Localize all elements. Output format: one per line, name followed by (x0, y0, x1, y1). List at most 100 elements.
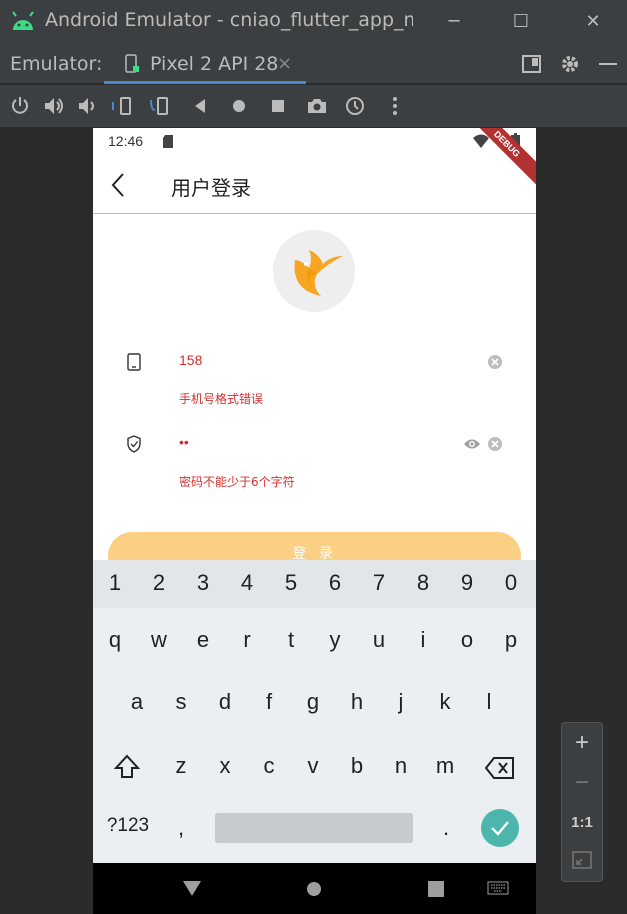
letter-key[interactable]: x (203, 753, 247, 779)
soft-keyboard: 1234567890 qwertyuiop asdfghjkl zxcvbnm ?12… (93, 560, 536, 863)
title-bar: Android Emulator - cniao_flutter_app_my_… (0, 0, 627, 44)
tab-pixel-2[interactable]: Pixel 2 API 28 × (104, 44, 306, 84)
zoom-out-button[interactable]: − (562, 769, 602, 797)
letter-key[interactable]: w (137, 627, 181, 653)
letter-key[interactable]: m (423, 753, 467, 779)
phone-error: 手机号格式错误 (179, 392, 264, 406)
android-icon (12, 11, 34, 30)
number-key[interactable]: 9 (445, 570, 489, 596)
letter-key[interactable]: s (159, 689, 203, 715)
letter-key[interactable]: h (335, 689, 379, 715)
eye-icon[interactable] (463, 437, 481, 451)
screenshot-icon[interactable] (305, 94, 329, 118)
layout-icon[interactable] (520, 52, 544, 76)
overview-icon[interactable] (266, 94, 290, 118)
emulator-tab-bar: Emulator: Pixel 2 API 28 × (0, 44, 627, 84)
number-key[interactable]: 7 (357, 570, 401, 596)
period-key[interactable]: . (436, 815, 456, 841)
letter-key[interactable]: c (247, 753, 291, 779)
letter-key[interactable]: u (357, 627, 401, 653)
number-key[interactable]: 5 (269, 570, 313, 596)
clear-icon[interactable] (487, 354, 503, 370)
letter-key[interactable]: l (467, 689, 511, 715)
letter-key[interactable]: t (269, 627, 313, 653)
zoom-panel: + − 1:1 (561, 722, 603, 882)
status-time: 12:46 (108, 133, 144, 149)
letter-key[interactable]: d (203, 689, 247, 715)
keyboard-switch-icon[interactable] (487, 881, 509, 895)
number-key[interactable]: 0 (489, 570, 533, 596)
nav-home-icon[interactable] (305, 880, 323, 898)
symbols-key[interactable]: ?123 (105, 815, 151, 837)
power-icon[interactable] (8, 94, 32, 118)
clear-icon[interactable] (487, 436, 503, 452)
zoom-in-button[interactable]: + (562, 729, 602, 757)
backspace-icon[interactable] (485, 756, 515, 780)
sd-card-icon (163, 135, 173, 148)
letter-key[interactable]: y (313, 627, 357, 653)
emulator-toolbar (0, 85, 627, 127)
tab-label: Pixel 2 API 28 (150, 53, 279, 75)
maximize-button[interactable]: ☐ (506, 8, 536, 36)
phone-input[interactable]: 158 (179, 352, 202, 368)
letter-key[interactable]: v (291, 753, 335, 779)
letter-key[interactable]: e (181, 627, 225, 653)
app-bar: 用户登录 (93, 156, 536, 214)
close-window-button[interactable]: ✕ (578, 8, 608, 36)
enter-check-icon[interactable] (481, 809, 519, 847)
wifi-icon (473, 134, 489, 148)
letter-key[interactable]: n (379, 753, 423, 779)
fit-screen-icon[interactable] (572, 851, 592, 869)
back-arrow-icon[interactable] (109, 172, 129, 198)
letter-key[interactable]: g (291, 689, 335, 715)
letter-key[interactable]: b (335, 753, 379, 779)
shield-icon (127, 435, 141, 453)
letter-key[interactable]: a (115, 689, 159, 715)
page-title: 用户登录 (171, 176, 251, 200)
home-icon[interactable] (227, 94, 251, 118)
letter-key[interactable]: o (445, 627, 489, 653)
number-key[interactable]: 2 (137, 570, 181, 596)
phone-field[interactable]: 158 (93, 347, 536, 377)
rotate-right-icon[interactable] (148, 94, 172, 118)
more-icon[interactable] (383, 94, 407, 118)
letter-key[interactable]: j (379, 689, 423, 715)
rotate-left-icon[interactable] (110, 94, 134, 118)
letter-key[interactable]: q (93, 627, 137, 653)
gear-icon[interactable] (558, 52, 582, 76)
back-icon[interactable] (188, 94, 212, 118)
password-field[interactable]: •• (93, 429, 536, 459)
volume-up-icon[interactable] (42, 94, 66, 118)
letter-key[interactable]: k (423, 689, 467, 715)
app-logo (273, 230, 355, 312)
snapshot-icon[interactable] (343, 94, 367, 118)
bird-logo-icon (294, 250, 343, 296)
one-to-one-button[interactable]: 1:1 (562, 814, 602, 831)
number-key[interactable]: 4 (225, 570, 269, 596)
comma-key[interactable]: , (171, 815, 191, 841)
tab-close-icon[interactable]: × (277, 53, 292, 74)
nav-overview-icon[interactable] (427, 880, 445, 898)
phone-screen: 12:46 DEBUG 用户登录 158 手机号格式错误 •• 密码不能少于6个… (93, 128, 536, 914)
letter-key[interactable]: r (225, 627, 269, 653)
number-key[interactable]: 6 (313, 570, 357, 596)
emulator-label: Emulator: (10, 53, 103, 75)
letter-key[interactable]: p (489, 627, 533, 653)
nav-back-icon[interactable] (182, 879, 202, 897)
volume-down-icon[interactable] (76, 94, 100, 118)
nav-bar (93, 863, 536, 914)
letter-key[interactable]: i (401, 627, 445, 653)
password-input[interactable]: •• (179, 434, 189, 450)
number-key[interactable]: 1 (93, 570, 137, 596)
window-title: Android Emulator - cniao_flutter_app_my_… (45, 9, 413, 31)
minimize-panel-icon[interactable] (596, 52, 620, 76)
device-icon (125, 54, 139, 73)
space-key[interactable] (215, 813, 413, 843)
letter-key[interactable]: f (247, 689, 291, 715)
minimize-button[interactable]: ─ (439, 8, 469, 36)
status-bar: 12:46 DEBUG (93, 128, 536, 189)
letter-key[interactable]: z (159, 753, 203, 779)
number-key[interactable]: 3 (181, 570, 225, 596)
shift-icon[interactable] (113, 753, 141, 781)
number-key[interactable]: 8 (401, 570, 445, 596)
